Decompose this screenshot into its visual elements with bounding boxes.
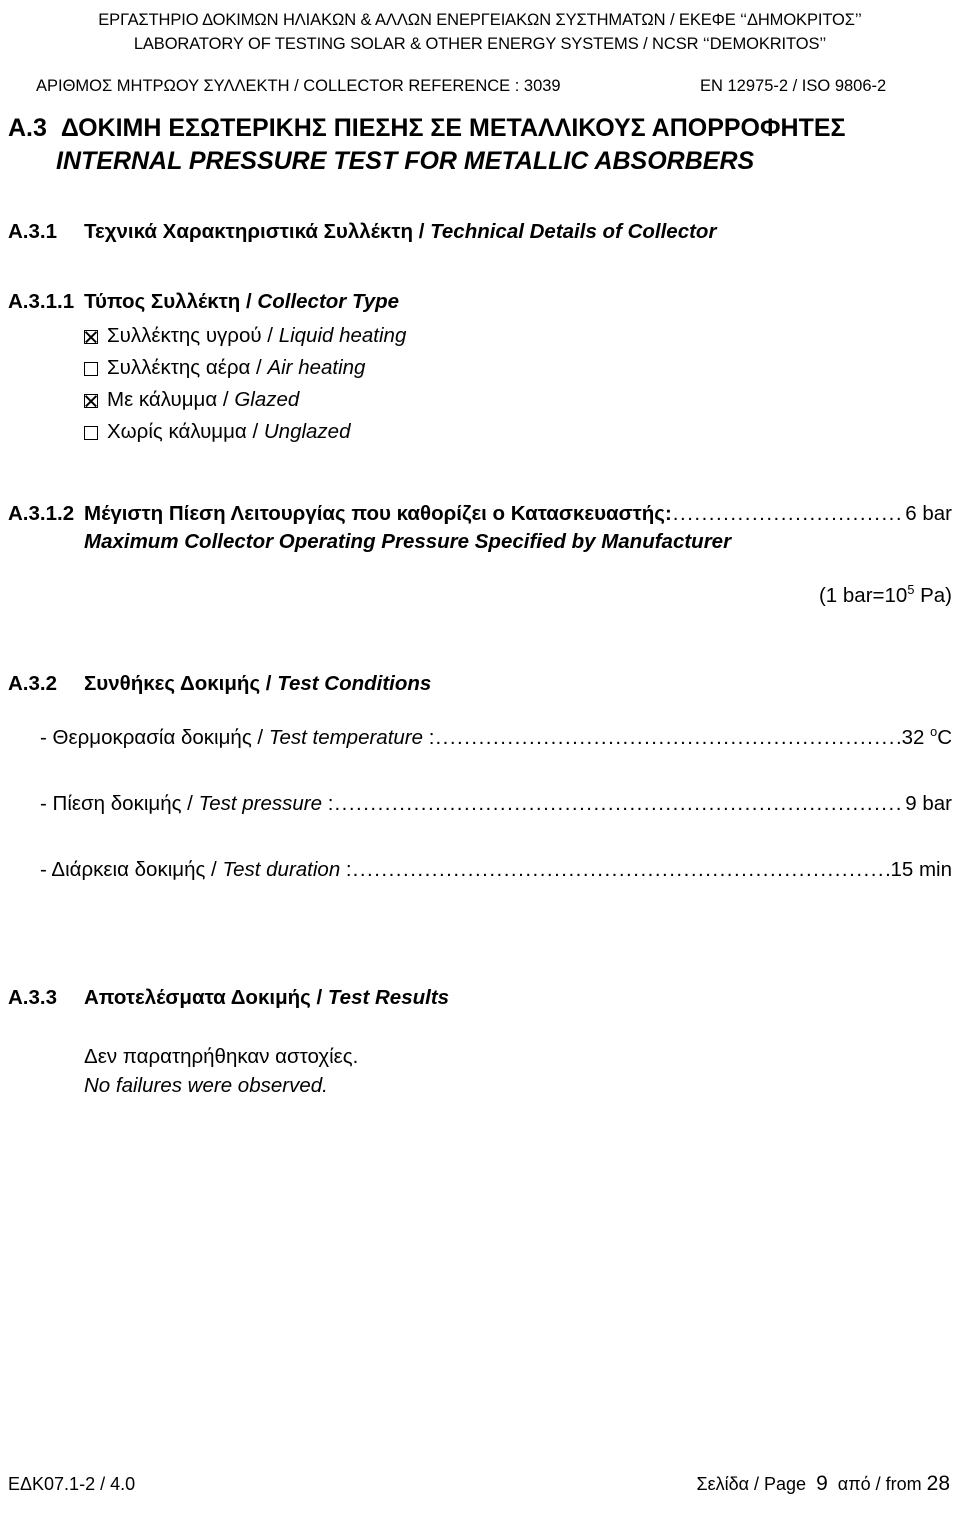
heading-a31-greek: Τεχνικά Χαρακτηριστικά Συλλέκτη / [84, 220, 425, 243]
condition-value: 9 bar [905, 792, 952, 815]
condition-separator: : [340, 858, 352, 881]
checkbox-icon[interactable] [84, 426, 98, 440]
heading-a32-greek: Συνθήκες Δοκιμής / [84, 672, 272, 695]
dot-leader: ........................................… [435, 726, 900, 749]
section-title-a3: Α.3 ΔΟΚΙΜΗ ΕΣΩΤΕΡΙΚΗΣ ΠΙΕΣΗΣ ΣΕ ΜΕΤΑΛΛΙΚ… [8, 112, 960, 178]
heading-a33-english: Test Results [327, 986, 450, 1009]
footer-total-pages: 28 [926, 1472, 950, 1495]
option-label-greek: Με κάλυμμα / [107, 388, 229, 411]
heading-a312-number: Α.3.1.2 [8, 502, 75, 525]
option-label-english: Air heating [267, 356, 366, 379]
option-label-greek: Χωρίς κάλυμμα / [107, 420, 259, 443]
section-title-number: Α.3 [8, 114, 47, 142]
condition-label: - Θερμοκρασία δοκιμής / Test temperature… [40, 724, 434, 752]
heading-a32-english: Test Conditions [277, 672, 432, 695]
result-greek: Δεν παρατηρήθηκαν αστοχίες. [84, 1045, 359, 1068]
condition-separator: : [322, 792, 334, 815]
heading-a31-english: Technical Details of Collector [430, 220, 717, 243]
condition-label-english: Test duration [222, 858, 341, 881]
condition-test-temperature: - Θερμοκρασία δοκιμής / Test temperature… [40, 724, 960, 752]
condition-value-unit: C [937, 726, 952, 749]
condition-test-duration: - Διάρκεια δοκιμής / Test duration : ...… [40, 856, 960, 884]
field-value-max-pressure: 6 bar [905, 502, 952, 525]
header-reference-row: ΑΡΙΘΜΟΣ ΜΗΤΡΩΟΥ ΣΥΛΛΕΚΤΗ / COLLECTOR REF… [0, 74, 960, 98]
dot-leader: ........................................… [352, 858, 890, 881]
option-unglazed[interactable]: Χωρίς κάλυμμα / Unglazed [84, 416, 960, 448]
condition-label: - Πίεση δοκιμής / Test pressure : [40, 790, 333, 818]
option-label-greek: Συλλέκτης αέρα / [107, 356, 262, 379]
document-body: Α.3 ΔΟΚΙΜΗ ΕΣΩΤΕΡΙΚΗΣ ΠΙΕΣΗΣ ΣΕ ΜΕΤΑΛΛΙΚ… [0, 112, 960, 1100]
condition-value: 15 min [890, 858, 952, 881]
section-title-greek: Α.3 ΔΟΚΙΜΗ ΕΣΩΤΕΡΙΚΗΣ ΠΙΕΣΗΣ ΣΕ ΜΕΤΑΛΛΙΚ… [8, 112, 960, 145]
section-title-english: INTERNAL PRESSURE TEST FOR METALLIC ABSO… [56, 147, 755, 175]
checkbox-icon[interactable] [84, 330, 98, 344]
result-english: No failures were observed. [84, 1074, 328, 1097]
option-label-english: Unglazed [263, 420, 351, 443]
laboratory-name-greek: ΕΡΓΑΣΤΗΡΙΟ ΔΟΚΙΜΩΝ ΗΛΙΑΚΩΝ & ΑΛΛΩΝ ΕΝΕΡΓ… [98, 11, 862, 29]
option-label-greek: Συλλέκτης υγρού / [107, 324, 273, 347]
option-liquid-heating[interactable]: Συλλέκτης υγρού / Liquid heating [84, 320, 960, 352]
heading-a312-english: Maximum Collector Operating Pressure Spe… [84, 530, 732, 553]
condition-label-english: Test pressure [198, 792, 323, 815]
heading-a312-greek: Μέγιστη Πίεση Λειτουργίας που καθορίζει … [84, 502, 672, 525]
heading-a32-number: Α.3.2 [8, 672, 57, 695]
option-label-english: Liquid heating [278, 324, 407, 347]
footer-pagination: Σελίδα / Page 9 από / from 28 [696, 1470, 950, 1498]
condition-value: 32 oC [902, 724, 952, 752]
footer-doc-code: ΕΔΚ07.1-2 / 4.0 [8, 1474, 136, 1494]
option-air-heating[interactable]: Συλλέκτης αέρα / Air heating [84, 352, 960, 384]
heading-a311: Α.3.1.1 Τύπος Συλλέκτη / Collector Type [0, 288, 960, 316]
condition-label-greek: - Διάρκεια δοκιμής / [40, 858, 217, 881]
heading-a311-greek: Τύπος Συλλέκτη / [84, 290, 252, 313]
footer-page-label: Σελίδα / Page [696, 1474, 807, 1494]
footer-of-label: από / from [837, 1474, 922, 1494]
field-max-operating-pressure: Α.3.1.2 Μέγιστη Πίεση Λειτουργίας που καθ… [0, 500, 960, 528]
test-conditions-list: - Θερμοκρασία δοκιμής / Test temperature… [0, 724, 960, 884]
field-label-wrap: Α.3.1.2 Μέγιστη Πίεση Λειτουργίας που καθ… [0, 500, 672, 528]
condition-value-number: 32 [901, 726, 931, 749]
heading-a32: Α.3.2 Συνθήκες Δοκιμής / Test Conditions [0, 670, 960, 698]
section-title-greek-text: ΔΟΚΙΜΗ ΕΣΩΤΕΡΙΚΗΣ ΠΙΕΣΗΣ ΣΕ ΜΕΤΑΛΛΙΚΟΥΣ … [60, 114, 846, 142]
heading-a33: Α.3.3 Αποτελέσματα Δοκιμής / Test Result… [0, 984, 960, 1012]
collector-reference: ΑΡΙΘΜΟΣ ΜΗΤΡΩΟΥ ΣΥΛΛΕΚΤΗ / COLLECTOR REF… [36, 77, 561, 95]
laboratory-name-english: LABORATORY OF TESTING SOLAR & OTHER ENER… [133, 35, 827, 53]
condition-label-greek: - Θερμοκρασία δοκιμής / [40, 726, 264, 749]
standard-reference: EN 12975-2 / ISO 9806-2 [700, 77, 887, 95]
option-label-english: Glazed [234, 388, 300, 411]
document-page: ΕΡΓΑΣΤΗΡΙΟ ΔΟΚΙΜΩΝ ΗΛΙΑΚΩΝ & ΑΛΛΩΝ ΕΝΕΡΓ… [0, 0, 960, 1516]
dot-leader: ........................................… [672, 502, 904, 525]
condition-label-greek: - Πίεση δοκιμής / [40, 792, 193, 815]
heading-a33-greek: Αποτελέσματα Δοκιμής / [84, 986, 323, 1009]
condition-label-english: Test temperature [268, 726, 424, 749]
heading-a311-english: Collector Type [257, 290, 400, 313]
condition-label: - Διάρκεια δοκιμής / Test duration : [40, 856, 352, 884]
collector-type-options: Συλλέκτης υγρού / Liquid heating Συλλέκτ… [84, 320, 960, 448]
heading-a31-number: Α.3.1 [8, 220, 57, 243]
footer-page-number: 9 [816, 1472, 828, 1495]
condition-test-pressure: - Πίεση δοκιμής / Test pressure : ......… [40, 790, 960, 818]
document-header: ΕΡΓΑΣΤΗΡΙΟ ΔΟΚΙΜΩΝ ΗΛΙΑΚΩΝ & ΑΛΛΩΝ ΕΝΕΡΓ… [0, 0, 960, 98]
checkbox-icon[interactable] [84, 394, 98, 408]
document-footer: ΕΔΚ07.1-2 / 4.0 Σελίδα / Page 9 από / fr… [0, 1470, 960, 1498]
heading-a311-number: Α.3.1.1 [8, 290, 75, 313]
condition-separator: : [423, 726, 435, 749]
test-results-text: Δεν παρατηρήθηκαν αστοχίες. No failures … [84, 1042, 960, 1100]
bar-note-post: Pa) [914, 584, 952, 607]
option-glazed[interactable]: Με κάλυμμα / Glazed [84, 384, 960, 416]
bar-note-pre: (1 bar=10 [818, 584, 908, 607]
heading-a31: Α.3.1 Τεχνικά Χαρακτηριστικά Συλλέκτη / … [0, 218, 960, 246]
checkbox-icon[interactable] [84, 362, 98, 376]
heading-a33-number: Α.3.3 [8, 986, 57, 1009]
bar-unit-note: (1 bar=105 Pa) [0, 582, 960, 610]
dot-leader: ........................................… [334, 792, 904, 815]
